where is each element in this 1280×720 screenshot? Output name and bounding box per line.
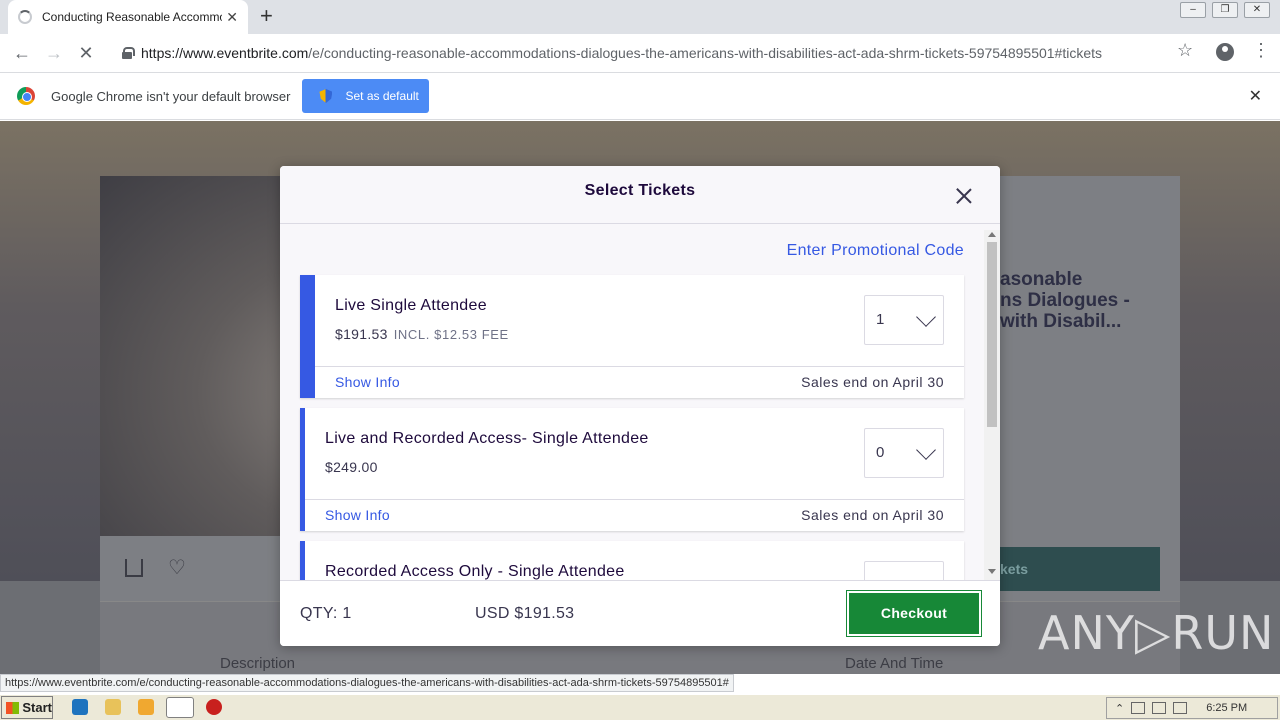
url-text: https://www.eventbrite.com/e/conducting-… bbox=[141, 45, 1103, 61]
quantity-select[interactable]: 1 bbox=[864, 295, 944, 345]
modal-footer: QTY: 1 USD $191.53 Checkout bbox=[280, 580, 1000, 646]
quantity-value: 0 bbox=[876, 444, 885, 461]
date-time-heading: Date And Time bbox=[845, 655, 944, 672]
ticket-footer: Show Info Sales end on April 30 bbox=[315, 366, 964, 398]
ticket-name: Recorded Access Only - Single Attendee bbox=[325, 563, 625, 580]
quantity-value: 1 bbox=[876, 311, 885, 328]
windows-flag-icon bbox=[6, 701, 20, 714]
ticket-name: Live and Recorded Access- Single Attende… bbox=[325, 430, 649, 447]
infobar-close-icon[interactable]: ✕ bbox=[1249, 86, 1262, 106]
shield-icon bbox=[319, 89, 333, 103]
window-controls: – ❐ ✕ bbox=[1180, 2, 1270, 18]
infobar-text: Google Chrome isn't your default browser bbox=[51, 88, 291, 104]
clock: 6:25 PM bbox=[1206, 702, 1248, 714]
show-info-link[interactable]: Show Info bbox=[325, 507, 390, 523]
ticket-list: Enter Promotional Code Live Single Atten… bbox=[280, 224, 1000, 580]
taskbar: Start ⌃ 6:25 PM bbox=[0, 694, 1280, 720]
new-tab-icon[interactable]: + bbox=[260, 5, 273, 27]
event-title: asonable ns Dialogues - with Disabil... bbox=[1000, 269, 1130, 332]
chrome-logo-icon bbox=[17, 87, 35, 105]
media-player-icon[interactable] bbox=[138, 699, 154, 715]
order-total: USD $191.53 bbox=[475, 605, 575, 622]
ticket-item: Recorded Access Only - Single Attendee bbox=[300, 541, 964, 580]
bookmark-star-icon[interactable]: ☆ bbox=[1177, 40, 1193, 61]
scrollbar[interactable] bbox=[984, 230, 1000, 580]
modal-title: Select Tickets bbox=[584, 182, 696, 199]
internet-explorer-icon[interactable] bbox=[72, 699, 88, 715]
ticket-name: Live Single Attendee bbox=[335, 297, 487, 314]
ticket-item: Live and Recorded Access- Single Attende… bbox=[300, 408, 964, 531]
folder-icon[interactable] bbox=[105, 699, 121, 715]
heart-icon[interactable]: ♡ bbox=[168, 555, 186, 580]
quantity-select[interactable]: 0 bbox=[864, 428, 944, 478]
window-close-icon[interactable]: ✕ bbox=[1244, 2, 1270, 18]
chevron-down-icon bbox=[916, 307, 936, 327]
chrome-taskbar-icon[interactable] bbox=[166, 697, 194, 718]
lock-icon[interactable] bbox=[122, 47, 135, 59]
anyrun-watermark: ANY▷RUN bbox=[1038, 606, 1275, 660]
ticket-footer: Show Info Sales end on April 30 bbox=[305, 499, 964, 531]
show-info-link[interactable]: Show Info bbox=[335, 374, 400, 390]
ticket-price: $249.00 bbox=[325, 459, 378, 475]
flag-icon[interactable] bbox=[1173, 702, 1188, 714]
scroll-up-icon[interactable] bbox=[988, 232, 996, 237]
scroll-down-icon[interactable] bbox=[988, 569, 996, 574]
network-icon[interactable] bbox=[1131, 702, 1146, 714]
scroll-thumb[interactable] bbox=[987, 242, 997, 427]
ticket-fee: INCL. $12.53 FEE bbox=[393, 327, 509, 342]
browser-toolbar: ← → ✕ https://www.eventbrite.com/e/condu… bbox=[0, 34, 1280, 72]
menu-icon[interactable]: ⋮ bbox=[1252, 40, 1270, 61]
sales-end-text: Sales end on April 30 bbox=[801, 507, 944, 523]
tab-strip: Conducting Reasonable Accommodati ✕ + – … bbox=[0, 0, 1280, 34]
stop-icon[interactable]: ✕ bbox=[70, 43, 102, 64]
system-tray: ⌃ 6:25 PM bbox=[1106, 697, 1278, 719]
tickets-button[interactable]: kets bbox=[980, 547, 1160, 591]
checkout-button[interactable]: Checkout bbox=[846, 590, 982, 637]
opera-icon[interactable] bbox=[206, 699, 222, 715]
modal-header: Select Tickets bbox=[280, 166, 1000, 224]
back-icon[interactable]: ← bbox=[6, 43, 38, 64]
restore-icon[interactable]: ❐ bbox=[1212, 2, 1238, 18]
loading-spinner-icon bbox=[18, 10, 32, 24]
ticket-accent-bar bbox=[300, 541, 305, 580]
status-url: https://www.eventbrite.com/e/conducting-… bbox=[0, 674, 734, 692]
volume-icon[interactable] bbox=[1152, 702, 1167, 714]
set-default-label: Set as default bbox=[345, 89, 419, 103]
select-tickets-modal: Select Tickets Enter Promotional Code Li… bbox=[280, 166, 1000, 646]
ticket-price: $191.53 INCL. $12.53 FEE bbox=[335, 326, 509, 342]
set-default-button[interactable]: Set as default bbox=[302, 79, 430, 113]
sales-end-text: Sales end on April 30 bbox=[801, 374, 944, 390]
chevron-down-icon bbox=[916, 440, 936, 460]
quantity-select[interactable] bbox=[864, 561, 944, 580]
tab-close-icon[interactable]: ✕ bbox=[226, 9, 238, 26]
default-browser-infobar: Google Chrome isn't your default browser… bbox=[0, 72, 1280, 120]
tab-title: Conducting Reasonable Accommodati bbox=[42, 10, 222, 24]
promo-code-link[interactable]: Enter Promotional Code bbox=[787, 242, 964, 260]
modal-close-icon[interactable] bbox=[956, 188, 972, 204]
start-button[interactable]: Start bbox=[1, 696, 53, 719]
tray-expand-icon[interactable]: ⌃ bbox=[1115, 702, 1124, 715]
browser-tab[interactable]: Conducting Reasonable Accommodati ✕ bbox=[8, 0, 248, 34]
order-quantity: QTY: 1 bbox=[300, 605, 352, 622]
address-bar[interactable]: https://www.eventbrite.com/e/conducting-… bbox=[112, 38, 1202, 68]
ticket-item: Live Single Attendee $191.53 INCL. $12.53… bbox=[300, 275, 964, 398]
minimize-icon[interactable]: – bbox=[1180, 2, 1206, 18]
share-icon[interactable] bbox=[125, 559, 143, 577]
description-heading: Description bbox=[220, 655, 296, 672]
ticket-accent-bar bbox=[300, 275, 315, 398]
start-label: Start bbox=[22, 700, 52, 715]
forward-icon[interactable]: → bbox=[38, 43, 70, 64]
profile-icon[interactable] bbox=[1216, 43, 1234, 61]
